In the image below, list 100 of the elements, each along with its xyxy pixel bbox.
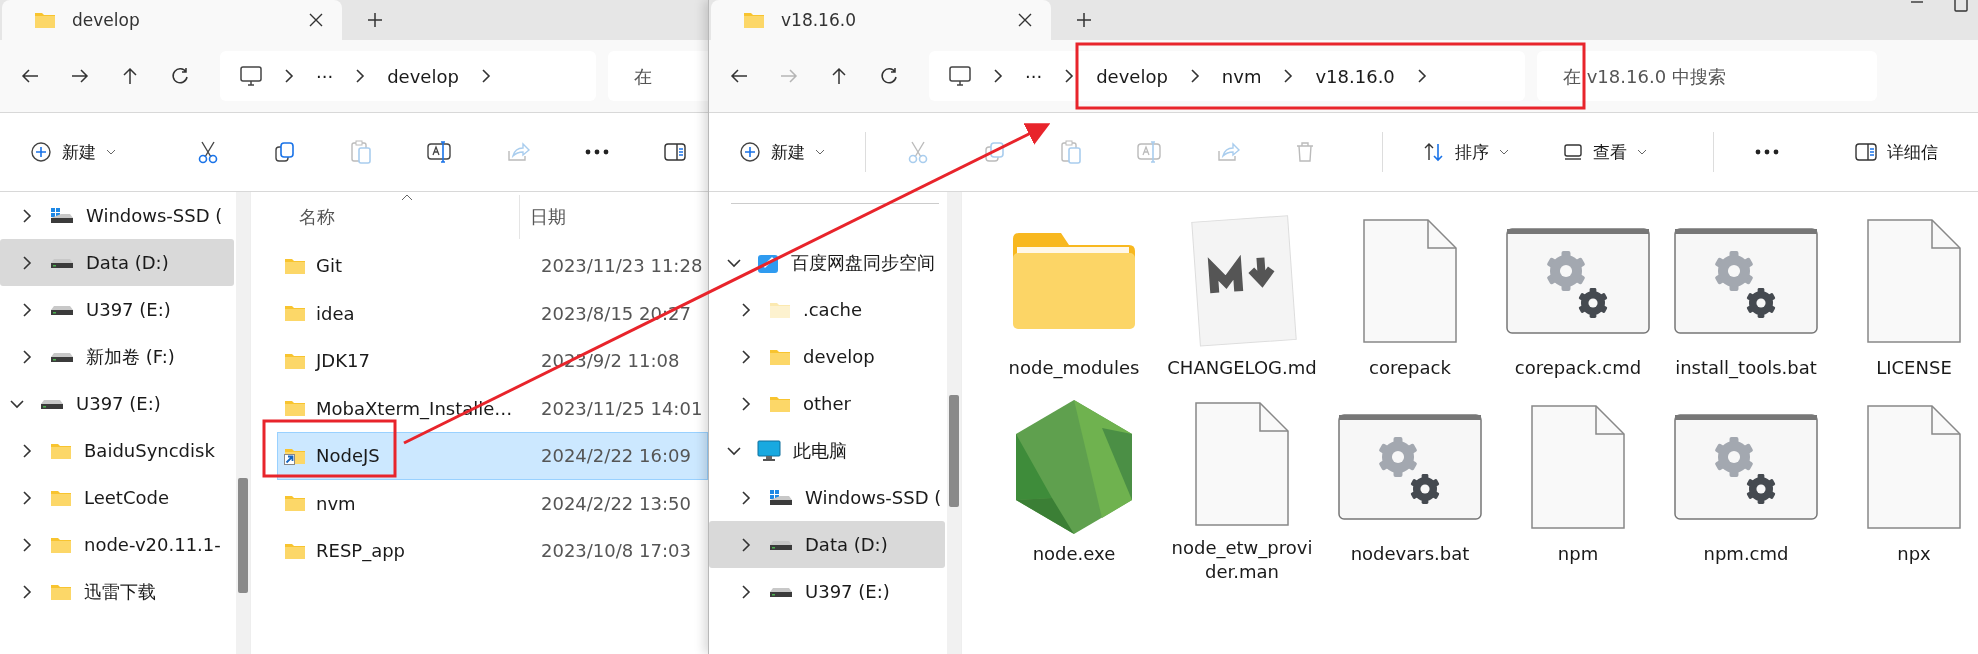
new-tab-icon[interactable]: [1075, 11, 1093, 29]
breadcrumb-item[interactable]: nvm: [1221, 65, 1262, 87]
sidebar-item[interactable]: BaiduSyncdisk: [0, 427, 234, 474]
address-bar[interactable]: ··· develop: [220, 51, 596, 101]
chevron-right-icon[interactable]: [741, 536, 751, 553]
breadcrumb-item[interactable]: develop: [387, 65, 459, 87]
rename-icon: [426, 140, 452, 164]
chevron-right-icon[interactable]: [741, 583, 751, 600]
sidebar-item[interactable]: Windows-SSD (: [709, 474, 945, 521]
view-button[interactable]: 查看: [1549, 130, 1661, 174]
sidebar-item[interactable]: .cache: [709, 286, 945, 333]
panel-icon: [1855, 143, 1877, 161]
chevron-right-icon[interactable]: [22, 348, 32, 365]
breadcrumb-item[interactable]: ···: [1025, 65, 1043, 87]
chevron-right-icon[interactable]: [741, 348, 751, 365]
sidebar-item[interactable]: Data (D:): [709, 521, 945, 568]
chevron-right-icon[interactable]: [22, 301, 32, 318]
sidebar-item[interactable]: 新加卷 (F:): [0, 333, 234, 380]
sidebar-item[interactable]: node-v20.11.1-: [0, 521, 234, 568]
new-button[interactable]: 新建: [16, 130, 130, 174]
file-name[interactable]: node_etw_provider.man: [1167, 536, 1317, 584]
refresh-icon[interactable]: [879, 66, 899, 86]
file-row[interactable]: NodeJS 2024/2/22 16:09: [277, 432, 708, 480]
chevron-down-icon[interactable]: [726, 445, 742, 456]
file-name[interactable]: npm: [1503, 542, 1653, 566]
file-name[interactable]: npx: [1839, 542, 1978, 566]
maximize-icon[interactable]: [1954, 0, 1968, 12]
drive-icon: [50, 350, 74, 363]
chevron-down-icon[interactable]: [9, 398, 25, 409]
chevron-right-icon[interactable]: [1416, 68, 1427, 84]
address-bar[interactable]: ··· develop nvm v18.16.0: [929, 51, 1525, 101]
column-header[interactable]: 名称: [299, 205, 519, 229]
breadcrumb-item[interactable]: v18.16.0: [1315, 65, 1395, 87]
chevron-right-icon[interactable]: [22, 583, 32, 600]
sidebar-item[interactable]: Data (D:): [0, 239, 234, 286]
file-row[interactable]: nvm 2024/2/22 13:50: [277, 479, 708, 527]
sidebar-item[interactable]: 迅雷下载: [0, 568, 234, 615]
minimize-icon[interactable]: [1910, 0, 1924, 6]
chevron-right-icon[interactable]: [22, 207, 32, 224]
sidebar-item[interactable]: U397 (E:): [0, 380, 234, 427]
file-icon: [1866, 404, 1962, 530]
folder-icon: [284, 351, 306, 370]
sort-button[interactable]: 排序: [1409, 130, 1523, 174]
search-field[interactable]: 在: [608, 51, 708, 101]
sidebar-item[interactable]: Windows-SSD (: [0, 192, 234, 239]
scrollbar-thumb[interactable]: [949, 395, 959, 507]
file-name[interactable]: nodevars.bat: [1335, 542, 1485, 566]
window-tab[interactable]: v18.16.0: [711, 0, 1051, 40]
window-tab[interactable]: develop: [2, 0, 342, 40]
sidebar-item-label: node-v20.11.1-: [84, 534, 221, 555]
file-name[interactable]: node_modules: [999, 356, 1149, 380]
file-name: RESP_app: [316, 540, 406, 562]
chevron-right-icon[interactable]: [1283, 68, 1294, 84]
file-name[interactable]: corepack: [1335, 356, 1485, 380]
sidebar-item[interactable]: develop: [709, 333, 945, 380]
sidebar-item-label: U397 (E:): [805, 581, 890, 602]
file-name[interactable]: install_tools.bat: [1671, 356, 1821, 380]
close-icon[interactable]: [308, 12, 324, 28]
chevron-right-icon[interactable]: [22, 442, 32, 459]
share-icon: [506, 141, 530, 163]
file-name[interactable]: node.exe: [999, 542, 1149, 566]
chevron-right-icon[interactable]: [741, 301, 751, 318]
file-name[interactable]: npm.cmd: [1671, 542, 1821, 566]
chevron-down-icon[interactable]: [726, 257, 742, 268]
details-pane-button[interactable]: 详细信: [1841, 130, 1952, 174]
chevron-right-icon[interactable]: [741, 395, 751, 412]
sidebar-item[interactable]: 此电脑: [709, 427, 945, 474]
chevron-right-icon[interactable]: [355, 68, 366, 84]
sidebar-item[interactable]: other: [709, 380, 945, 427]
new-button[interactable]: 新建: [725, 130, 839, 174]
chevron-right-icon[interactable]: [993, 68, 1003, 84]
chevron-right-icon[interactable]: [741, 489, 751, 506]
chevron-right-icon[interactable]: [1189, 68, 1200, 84]
sidebar-item[interactable]: 百度网盘同步空间: [709, 239, 945, 286]
file-name[interactable]: CHANGELOG.md: [1167, 356, 1317, 380]
sidebar-item-label: .cache: [803, 299, 863, 320]
chevron-right-icon[interactable]: [284, 68, 294, 84]
column-header[interactable]: 日期: [519, 195, 566, 239]
chevron-right-icon[interactable]: [22, 536, 32, 553]
chevron-right-icon[interactable]: [480, 68, 491, 84]
chevron-right-icon[interactable]: [22, 254, 32, 271]
new-tab-icon[interactable]: [366, 11, 384, 29]
file-date: 2023/10/8 17:03: [541, 540, 691, 562]
scissors-icon: [906, 140, 930, 164]
file-name[interactable]: corepack.cmd: [1503, 356, 1653, 380]
close-icon[interactable]: [1017, 12, 1033, 28]
file-row[interactable]: Git 2023/11/23 11:28: [277, 242, 708, 290]
sidebar-item[interactable]: U397 (E:): [709, 568, 945, 615]
scrollbar-thumb[interactable]: [238, 478, 248, 593]
trash-icon: [1294, 141, 1316, 163]
refresh-icon[interactable]: [170, 66, 190, 86]
chevron-right-icon[interactable]: [22, 489, 32, 506]
file-row[interactable]: RESP_app 2023/10/8 17:03: [277, 527, 708, 575]
sidebar-item[interactable]: U397 (E:): [0, 286, 234, 333]
search-field[interactable]: 在 v18.16.0 中搜索: [1537, 51, 1877, 101]
sidebar-item[interactable]: LeetCode: [0, 474, 234, 521]
file-name[interactable]: LICENSE: [1839, 356, 1978, 380]
chevron-right-icon[interactable]: [1064, 68, 1075, 84]
breadcrumb-item[interactable]: develop: [1096, 65, 1168, 87]
breadcrumb-item[interactable]: ···: [316, 65, 334, 87]
